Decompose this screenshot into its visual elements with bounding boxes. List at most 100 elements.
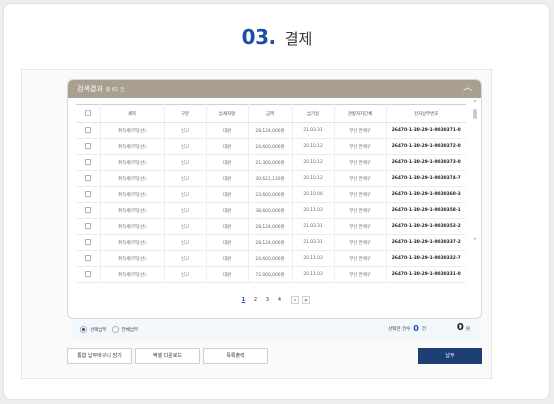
type-cell: 신고 (164, 154, 207, 171)
table-scrollbar[interactable]: ˄ ˅ (471, 100, 479, 248)
type-cell: 신고 (164, 218, 207, 235)
add-to-cart-button[interactable]: 통합 납부바구니 담기 (67, 348, 132, 364)
row-checkbox[interactable] (84, 223, 91, 230)
row-checkbox[interactable] (84, 175, 91, 182)
row-checkbox[interactable] (84, 239, 91, 246)
org-cell: 부산 연제구 (334, 234, 387, 251)
tax-cell: 취득세(부동산) (100, 154, 165, 171)
type-cell: 신고 (164, 266, 207, 283)
row-checkbox-cell[interactable] (76, 202, 101, 219)
pay-button[interactable]: 납부 (418, 348, 482, 364)
amount-cell: 24,600,000원 (248, 250, 293, 267)
page-link-1[interactable]: 1 (239, 297, 248, 303)
col-header-amount: 금액 (248, 104, 293, 123)
print-list-button[interactable]: 목록출력 (203, 348, 268, 364)
payer-cell: 대원 (206, 250, 249, 267)
table-row[interactable]: 취득세(부동산) 신고 대원 72,000,000원 20.11.03 부산 연제구 264… (76, 266, 466, 283)
table-row[interactable]: 취득세(부동산) 신고 대원 28,124,000원 21.03.31 부산 연제구 264… (76, 234, 466, 251)
row-checkbox-cell[interactable] (76, 186, 101, 203)
org-cell: 부산 연제구 (334, 202, 387, 219)
amount-cell: 21,300,000원 (248, 154, 293, 171)
payer-cell: 대원 (206, 186, 249, 203)
page-link-4[interactable]: 4 (275, 297, 284, 303)
table-row[interactable]: 취득세(부동산) 신고 대원 30,621,120원 20.10.12 부산 연제구 264… (76, 170, 466, 187)
amount-cell: 28,124,000원 (248, 218, 293, 235)
page-link-3[interactable]: 3 (263, 297, 272, 303)
row-checkbox[interactable] (84, 191, 91, 198)
due-cell: 20.11.03 (292, 250, 335, 267)
row-checkbox-cell[interactable] (76, 234, 101, 251)
next-page-icon[interactable]: › (291, 296, 299, 304)
epay-cell: 26470-1-30-29-1-9030332-7 (386, 250, 466, 267)
last-page-icon[interactable]: » (302, 296, 310, 304)
table-row[interactable]: 취득세(부동산) 신고 대원 28,124,000원 21.03.31 부산 연제구 264… (76, 218, 466, 235)
epay-cell: 26470-1-30-29-1-9030373-0 (386, 154, 466, 171)
row-checkbox-cell[interactable] (76, 122, 101, 139)
select-all-checkbox[interactable] (84, 110, 91, 117)
type-cell: 신고 (164, 170, 207, 187)
selected-count-unit: 건 (421, 326, 426, 332)
row-checkbox-cell[interactable] (76, 170, 101, 187)
org-cell: 부산 연제구 (334, 154, 387, 171)
row-checkbox-cell[interactable] (76, 250, 101, 267)
table-row[interactable]: 취득세(부동산) 신고 대원 28,124,000원 21.03.31 부산 연제구 264… (76, 122, 466, 139)
epay-cell: 26470-1-30-29-1-9030358-1 (386, 202, 466, 219)
org-cell: 부산 연제구 (334, 266, 387, 283)
tax-cell: 취득세(부동산) (100, 218, 165, 235)
col-header-org: 관할자치단체 (334, 104, 387, 123)
payer-cell: 대원 (206, 234, 249, 251)
col-header-type: 구분 (164, 104, 207, 123)
table-row[interactable]: 취득세(부동산) 신고 대원 21,300,000원 20.10.12 부산 연제구 264… (76, 154, 466, 171)
radio-all-payment[interactable]: 전체납부 (111, 326, 139, 333)
scroll-up-icon[interactable]: ˄ (471, 100, 479, 107)
due-cell: 20.10.12 (292, 170, 335, 187)
row-checkbox[interactable] (84, 271, 91, 278)
selected-amount-value: 0 (456, 322, 464, 333)
org-cell: 부산 연제구 (334, 250, 387, 267)
type-cell: 신고 (164, 234, 207, 251)
table-row[interactable]: 취득세(부동산) 신고 대원 23,600,000원 20.10.06 부산 연제구 264… (76, 186, 466, 203)
amount-cell: 28,124,000원 (248, 234, 293, 251)
scroll-down-icon[interactable]: ˅ (471, 238, 479, 245)
row-checkbox-cell[interactable] (76, 218, 101, 235)
excel-download-button[interactable]: 엑셀 다운로드 (135, 348, 200, 364)
radio-all-dot[interactable] (111, 326, 119, 333)
tax-cell: 취득세(부동산) (100, 234, 165, 251)
row-checkbox[interactable] (84, 255, 91, 262)
type-cell: 신고 (164, 122, 207, 139)
col-header-due: 납기일 (292, 104, 335, 123)
table-row[interactable]: 취득세(부동산) 신고 대원 24,600,000원 20.11.03 부산 연제구 264… (76, 250, 466, 267)
epay-cell: 26470-1-30-29-1-9030353-2 (386, 218, 466, 235)
row-checkbox-cell[interactable] (76, 138, 101, 155)
result-header: 검색결과 총 61 건 (68, 80, 481, 98)
selected-amount-unit: 원 (465, 327, 470, 332)
payer-cell: 대원 (206, 138, 249, 155)
row-checkbox[interactable] (84, 127, 91, 134)
select-all-checkbox-cell[interactable] (76, 104, 101, 123)
tax-cell: 취득세(부동산) (100, 170, 165, 187)
epay-cell: 26470-1-30-29-1-9030371-0 (386, 122, 466, 139)
radio-all-label: 전체납부 (121, 327, 139, 333)
radio-selected-payment[interactable]: 선택납부 (80, 326, 107, 333)
collapse-icon[interactable]: ︿ (462, 83, 473, 94)
due-cell: 20.10.12 (292, 138, 335, 155)
step-title: 결제 (284, 30, 313, 48)
row-checkbox-cell[interactable] (76, 154, 101, 171)
table-row[interactable]: 취득세(부동산) 신고 대원 24,600,000원 20.10.12 부산 연제구 264… (76, 138, 466, 155)
row-checkbox[interactable] (84, 143, 91, 150)
scroll-thumb[interactable] (473, 109, 477, 119)
payer-cell: 대원 (206, 266, 249, 283)
org-cell: 부산 연제구 (334, 170, 387, 187)
table-row[interactable]: 취득세(부동산) 신고 대원 38,600,000원 20.11.03 부산 연제구 264… (76, 202, 466, 219)
page-link-2[interactable]: 2 (251, 297, 260, 303)
payer-cell: 대원 (206, 170, 249, 187)
row-checkbox[interactable] (84, 159, 91, 166)
type-cell: 신고 (164, 138, 207, 155)
row-checkbox-cell[interactable] (76, 266, 101, 283)
payer-cell: 대원 (206, 154, 249, 171)
epay-cell: 26470-1-30-29-1-9030331-0 (386, 266, 466, 283)
row-checkbox[interactable] (84, 207, 91, 214)
payer-cell: 대원 (206, 122, 249, 139)
amount-cell: 72,000,000원 (248, 266, 293, 283)
radio-selected-dot[interactable] (80, 326, 87, 333)
